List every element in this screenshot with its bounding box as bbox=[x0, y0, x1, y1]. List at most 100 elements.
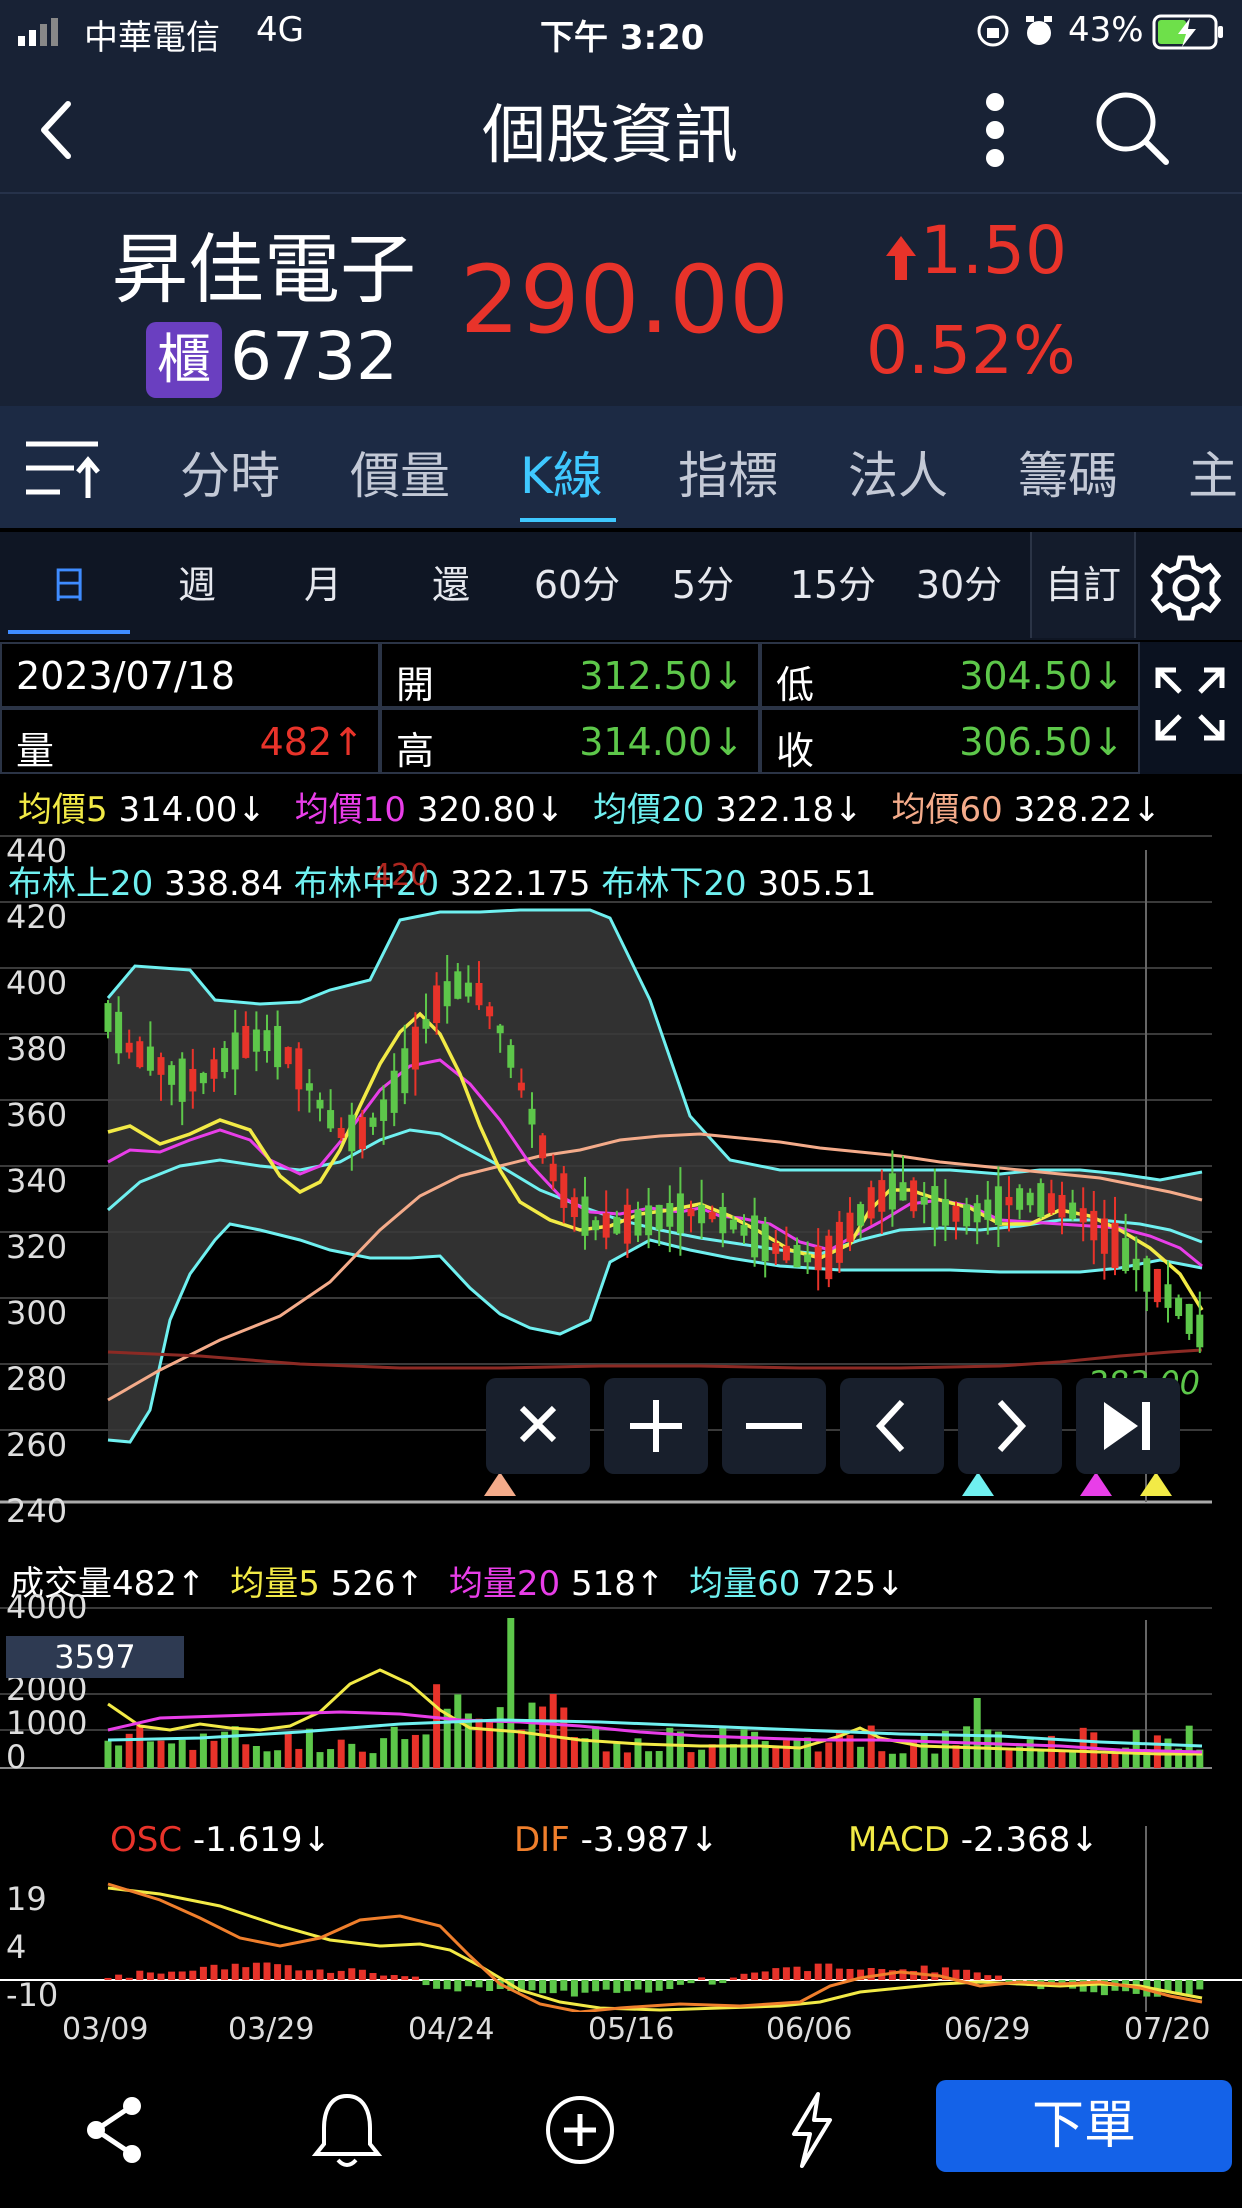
chart-zoom-in-button[interactable] bbox=[604, 1378, 708, 1474]
boll-lower-label: 布林下20 bbox=[601, 864, 747, 904]
tab-chips[interactable]: 籌碼 bbox=[1018, 436, 1118, 508]
macd-tick: -10 bbox=[6, 1976, 59, 2014]
share-icon[interactable] bbox=[84, 2094, 148, 2166]
volume-bar bbox=[507, 1618, 515, 1768]
period-custom[interactable]: 自訂 bbox=[1030, 532, 1136, 638]
settings-gear-icon[interactable] bbox=[1150, 552, 1222, 624]
candle-body bbox=[666, 1203, 674, 1227]
chevron-right-icon bbox=[997, 1399, 1027, 1453]
osc-bar bbox=[411, 1976, 419, 1980]
candle-body bbox=[539, 1135, 547, 1159]
osc-bar bbox=[570, 1980, 578, 1997]
volume-bar bbox=[698, 1749, 706, 1768]
period-day[interactable]: 日 bbox=[8, 532, 130, 638]
volume-bar bbox=[358, 1751, 366, 1768]
volume-bar bbox=[1037, 1749, 1045, 1768]
volume-bar bbox=[115, 1745, 123, 1768]
low-cell: 低 304.50↓ bbox=[760, 642, 1140, 708]
osc-bar bbox=[719, 1980, 727, 1984]
candle-body bbox=[464, 982, 472, 997]
candle-body bbox=[984, 1199, 992, 1220]
ma10-label: 均價10 bbox=[294, 790, 406, 830]
add-circle-icon[interactable] bbox=[544, 2094, 616, 2166]
osc-bar bbox=[348, 1968, 356, 1980]
osc-bar bbox=[825, 1963, 833, 1980]
tab-indicators[interactable]: 指標 bbox=[678, 436, 778, 508]
volume-bar bbox=[1005, 1750, 1013, 1768]
chart-close-button[interactable] bbox=[486, 1378, 590, 1474]
price-tick: 320 bbox=[6, 1228, 68, 1266]
bell-icon[interactable] bbox=[310, 2090, 384, 2170]
candle-body bbox=[973, 1203, 981, 1223]
candle-body bbox=[708, 1212, 716, 1220]
lightning-icon[interactable] bbox=[786, 2090, 836, 2170]
macd-chart[interactable] bbox=[0, 1826, 1242, 2012]
candle-body bbox=[475, 982, 483, 1006]
osc-bar bbox=[613, 1980, 621, 1993]
low-value: 304.50↓ bbox=[959, 654, 1124, 698]
dif-line bbox=[107, 1882, 1203, 2012]
volume-bar bbox=[284, 1732, 292, 1768]
volume-bar bbox=[327, 1749, 335, 1768]
volume-bar bbox=[422, 1734, 430, 1768]
period-5min[interactable]: 5分 bbox=[642, 532, 764, 638]
vol-value: 482↑ bbox=[112, 1564, 206, 1604]
fullscreen-icon[interactable] bbox=[1154, 666, 1226, 742]
volume-bar bbox=[729, 1744, 737, 1768]
volume-bar bbox=[1069, 1750, 1077, 1768]
candle-body bbox=[592, 1220, 600, 1231]
chart-zoom-out-button[interactable] bbox=[722, 1378, 826, 1474]
osc-bar bbox=[602, 1980, 610, 1990]
close-label: 收 bbox=[776, 729, 815, 773]
osc-bar bbox=[231, 1963, 239, 1980]
sort-menu-icon[interactable] bbox=[24, 436, 100, 500]
volume-tick: 0 bbox=[6, 1738, 27, 1776]
candle-body bbox=[1111, 1222, 1119, 1269]
period-week[interactable]: 週 bbox=[136, 532, 258, 638]
tab-kline[interactable]: K線 bbox=[520, 436, 603, 508]
osc-bar bbox=[708, 1980, 716, 1985]
more-vertical-icon[interactable] bbox=[982, 90, 1008, 170]
candle-body bbox=[613, 1217, 621, 1234]
osc-bar bbox=[146, 1972, 154, 1980]
candle-body bbox=[793, 1244, 801, 1268]
volume-value: 482↑ bbox=[259, 720, 364, 764]
candle-body bbox=[443, 981, 451, 1007]
battery-percent: 43% bbox=[1068, 10, 1144, 50]
volume-bar bbox=[623, 1752, 631, 1768]
period-30min[interactable]: 30分 bbox=[896, 532, 1022, 638]
high-price-marker: 420 bbox=[372, 858, 430, 893]
candle-body bbox=[814, 1246, 822, 1271]
period-60min[interactable]: 60分 bbox=[516, 532, 638, 638]
osc-bar bbox=[284, 1965, 292, 1980]
tab-main-force[interactable]: 主 bbox=[1188, 436, 1238, 508]
boll-upper-value: 338.84 bbox=[164, 864, 284, 904]
candle-body bbox=[1069, 1202, 1077, 1219]
tab-price-volume[interactable]: 價量 bbox=[350, 436, 450, 508]
period-15min[interactable]: 15分 bbox=[770, 532, 896, 638]
osc-bar bbox=[168, 1971, 176, 1980]
osc-bar bbox=[687, 1980, 695, 1984]
back-chevron-icon[interactable] bbox=[36, 100, 76, 160]
period-month[interactable]: 月 bbox=[262, 532, 384, 638]
tab-institutional[interactable]: 法人 bbox=[848, 436, 948, 508]
osc-bar bbox=[528, 1980, 536, 1991]
search-icon[interactable] bbox=[1092, 88, 1172, 168]
osc-bar bbox=[358, 1969, 366, 1980]
chart-scroll-right-button[interactable] bbox=[958, 1378, 1062, 1474]
order-button[interactable]: 下單 bbox=[936, 2080, 1232, 2172]
stock-name: 昇佳電子 bbox=[112, 225, 416, 314]
chart-jump-latest-button[interactable] bbox=[1076, 1378, 1180, 1474]
candle-body bbox=[369, 1117, 377, 1127]
osc-bar bbox=[655, 1980, 663, 1991]
volume-bar bbox=[316, 1752, 324, 1768]
stock-code: 6732 bbox=[230, 318, 398, 395]
tab-intraday[interactable]: 分時 bbox=[180, 436, 280, 508]
period-adjusted[interactable]: 還 bbox=[390, 532, 512, 638]
candle-body bbox=[1047, 1193, 1055, 1213]
chart-scroll-left-button[interactable] bbox=[840, 1378, 944, 1474]
volume-chart[interactable] bbox=[0, 1600, 1242, 1772]
candle-body bbox=[358, 1117, 366, 1149]
candle-body bbox=[719, 1206, 727, 1234]
osc-bar bbox=[973, 1972, 981, 1980]
